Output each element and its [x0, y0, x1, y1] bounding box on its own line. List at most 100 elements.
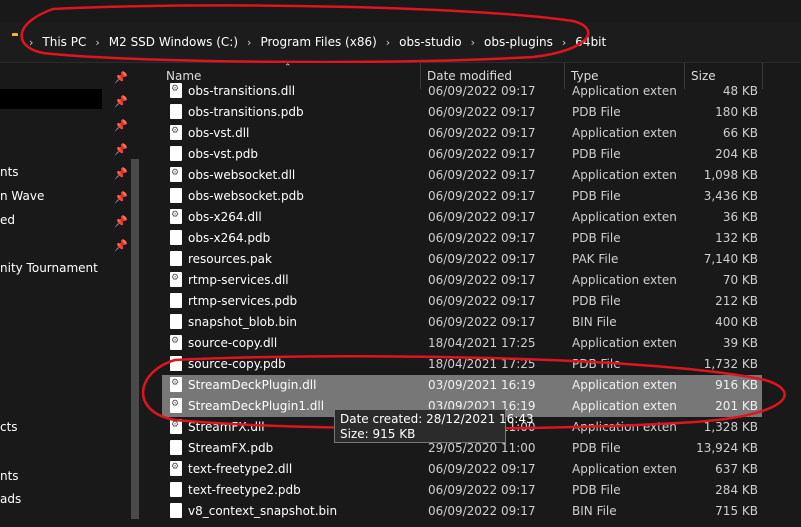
- chevron-right-icon[interactable]: ›: [462, 36, 484, 49]
- table-row[interactable]: obs-vst.dll 06/09/2022 09:17 Application e…: [162, 123, 762, 144]
- file-icon: [170, 293, 182, 308]
- table-row[interactable]: source-copy.pdb 18/04/2021 17:25 PDB File 1…: [162, 354, 762, 375]
- pin-icon[interactable]: 📌: [114, 191, 128, 204]
- file-list-scrollbar[interactable]: [763, 89, 779, 527]
- pin-icon[interactable]: 📌: [114, 71, 128, 84]
- file-list[interactable]: ⌃ Name Date modified Type Size obs-trans…: [146, 63, 801, 527]
- file-size: 1,732 KB: [703, 357, 758, 371]
- dll-file-icon: [170, 377, 182, 392]
- sort-chevron-icon: ⌃: [284, 63, 292, 73]
- file-date-modified: 06/09/2022 09:17: [428, 252, 536, 266]
- file-type: PDB File: [572, 294, 621, 308]
- file-name: rtmp-services.dll: [188, 273, 289, 287]
- pin-icon[interactable]: 📌: [114, 119, 128, 132]
- breadcrumb-64bit[interactable]: 64bit: [575, 35, 606, 49]
- file-date-modified: 06/09/2022 09:17: [428, 84, 536, 98]
- file-name: text-freetype2.pdb: [188, 483, 301, 497]
- file-tooltip: Date created: 28/12/2021 16:43 Size: 915…: [334, 409, 534, 443]
- dll-file-icon: [170, 419, 182, 434]
- breadcrumb-obs-plugins[interactable]: obs-plugins: [484, 35, 553, 49]
- chevron-right-icon[interactable]: ›: [553, 36, 575, 49]
- file-date-modified: 29/05/2020 11:00: [428, 441, 536, 455]
- file-name: obs-x264.dll: [188, 210, 262, 224]
- file-type: Application exten...: [572, 378, 677, 392]
- breadcrumb-this-pc[interactable]: This PC: [42, 35, 86, 49]
- chevron-right-icon[interactable]: ›: [238, 36, 260, 49]
- table-row[interactable]: text-freetype2.pdb 06/09/2022 09:17 PDB Fi…: [162, 480, 762, 501]
- nav-item[interactable]: ed: [0, 210, 15, 230]
- file-type: Application exten...: [572, 420, 677, 434]
- file-date-modified: 06/09/2022 09:17: [428, 483, 536, 497]
- file-type: PDB File: [572, 441, 621, 455]
- table-row[interactable]: obs-x264.dll 06/09/2022 09:17 Application …: [162, 207, 762, 228]
- nav-item[interactable]: nity Tournament: [0, 258, 98, 278]
- file-size: 715 KB: [715, 504, 758, 518]
- file-name: text-freetype2.dll: [188, 462, 293, 476]
- table-row[interactable]: source-copy.dll 18/04/2021 17:25 Applicati…: [162, 333, 762, 354]
- file-type: PDB File: [572, 189, 621, 203]
- file-name: snapshot_blob.bin: [188, 315, 298, 329]
- table-row[interactable]: rtmp-services.dll 06/09/2022 09:17 Applica…: [162, 270, 762, 291]
- table-row[interactable]: obs-websocket.pdb 06/09/2022 09:17 PDB Fil…: [162, 186, 762, 207]
- file-date-modified: 06/09/2022 09:17: [428, 231, 536, 245]
- table-row[interactable]: StreamDeckPlugin.dll 03/09/2021 16:19 Appl…: [162, 375, 762, 396]
- chevron-right-icon[interactable]: ›: [86, 36, 108, 49]
- table-row[interactable]: obs-x264.pdb 06/09/2022 09:17 PDB File 132 …: [162, 228, 762, 249]
- table-row[interactable]: v8_context_snapshot.bin 06/09/2022 09:17 B…: [162, 501, 762, 522]
- file-icon: [170, 251, 182, 266]
- table-row[interactable]: obs-transitions.dll 06/09/2022 09:17 Appli…: [162, 81, 762, 102]
- file-date-modified: 06/09/2022 09:17: [428, 504, 536, 518]
- chevron-right-icon[interactable]: ›: [20, 36, 42, 49]
- file-icon: [170, 104, 182, 119]
- breadcrumb: › This PC › M2 SSD Windows (C:) › Progra…: [6, 31, 606, 53]
- file-size: 36 KB: [722, 210, 758, 224]
- file-type: Application exten...: [572, 84, 677, 98]
- file-type: Application exten...: [572, 462, 677, 476]
- file-type: Application exten...: [572, 273, 677, 287]
- nav-scrollbar-thumb[interactable]: [131, 159, 139, 519]
- file-name: obs-vst.pdb: [188, 147, 258, 161]
- nav-item[interactable]: n Wave: [0, 186, 44, 206]
- chevron-right-icon[interactable]: ›: [377, 36, 399, 49]
- pin-icon[interactable]: 📌: [114, 215, 128, 228]
- pin-icon[interactable]: 📌: [114, 167, 128, 180]
- file-size: 70 KB: [722, 273, 758, 287]
- table-row[interactable]: obs-vst.pdb 06/09/2022 09:17 PDB File 204 K…: [162, 144, 762, 165]
- file-size: 180 KB: [715, 105, 758, 119]
- file-type: PDB File: [572, 231, 621, 245]
- table-row[interactable]: text-freetype2.dll 06/09/2022 09:17 Applic…: [162, 459, 762, 480]
- nav-item[interactable]: cts: [0, 417, 18, 437]
- file-size: 7,140 KB: [703, 252, 758, 266]
- file-type: PDB File: [572, 483, 621, 497]
- file-type: BIN File: [572, 315, 617, 329]
- file-date-modified: 06/09/2022 09:17: [428, 462, 536, 476]
- file-type: BIN File: [572, 504, 617, 518]
- nav-item[interactable]: nts: [0, 162, 19, 182]
- pin-icon[interactable]: 📌: [114, 239, 128, 252]
- nav-item[interactable]: nts: [0, 466, 19, 486]
- file-icon: [170, 356, 182, 371]
- breadcrumb-drive[interactable]: M2 SSD Windows (C:): [109, 35, 238, 49]
- file-name: obs-transitions.pdb: [188, 105, 304, 119]
- dll-file-icon: [170, 272, 182, 287]
- table-row[interactable]: rtmp-services.pdb 06/09/2022 09:17 PDB Fil…: [162, 291, 762, 312]
- redacted-item: [0, 89, 102, 109]
- breadcrumb-obs-studio[interactable]: obs-studio: [399, 35, 461, 49]
- tooltip-size: Size: 915 KB: [340, 427, 416, 441]
- navigation-pane[interactable]: 📌 📌 📌 📌 📌 📌 📌 📌 nts n Wave ed nity Tourn…: [0, 63, 146, 527]
- pin-icon[interactable]: 📌: [114, 143, 128, 156]
- file-name: obs-transitions.dll: [188, 84, 296, 98]
- file-size: 400 KB: [715, 315, 758, 329]
- tooltip-date-created: Date created: 28/12/2021 16:43: [340, 412, 534, 426]
- breadcrumb-program-files[interactable]: Program Files (x86): [260, 35, 376, 49]
- pin-icon[interactable]: 📌: [114, 95, 128, 108]
- file-name: obs-websocket.pdb: [188, 189, 304, 203]
- nav-item[interactable]: ads: [0, 489, 21, 509]
- file-type: Application exten...: [572, 399, 677, 413]
- table-row[interactable]: obs-transitions.pdb 06/09/2022 09:17 PDB F…: [162, 102, 762, 123]
- table-row[interactable]: obs-websocket.dll 06/09/2022 09:17 Applica…: [162, 165, 762, 186]
- column-divider[interactable]: [762, 63, 763, 89]
- address-bar[interactable]: › This PC › M2 SSD Windows (C:) › Progra…: [0, 22, 801, 63]
- table-row[interactable]: snapshot_blob.bin 06/09/2022 09:17 BIN Fil…: [162, 312, 762, 333]
- table-row[interactable]: resources.pak 06/09/2022 09:17 PAK File 7,1…: [162, 249, 762, 270]
